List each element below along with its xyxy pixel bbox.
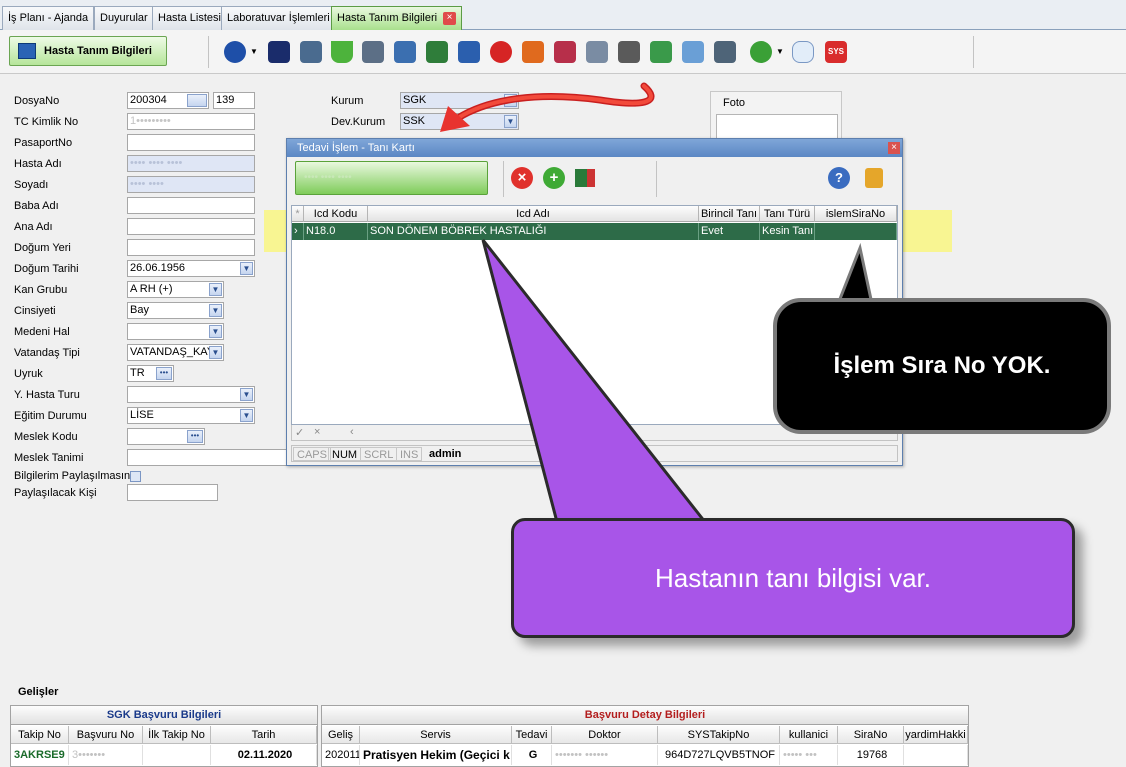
col-basvuru-no[interactable]: Başvuru No [69,726,143,744]
cell-sys-takip-no: 964D727LQVB5TNOF [658,745,780,765]
cell-ilk-takip-no [143,745,211,765]
detay-group-header: Başvuru Detay Bilgileri [322,706,968,725]
col-sira-no[interactable]: SiraNo [838,726,904,744]
purple-callout-pointer [481,239,709,524]
cell-sira-no: 19768 [838,745,904,765]
cell-servis: Pratisyen Hekim (Geçici k [360,745,512,765]
black-callout-pointer [835,242,874,306]
col-ilk-takip-no[interactable]: İlk Takip No [143,726,211,744]
cell-kullanici: ••••• ••• [780,745,838,765]
cell-yardim-hakki [904,745,968,765]
col-gelis[interactable]: Geliş [322,726,360,744]
cell-doktor: ••••••• •••••• [552,745,658,765]
col-tedavi[interactable]: Tedavi [512,726,552,744]
cell-basvuru-no: 3••••••• [69,745,143,765]
cell-gelis: 202011 [322,745,360,765]
cell-tarih: 02.11.2020 [211,745,317,765]
callout-tani-bilgisi: Hastanın tanı bilgisi var. [511,518,1075,638]
sgk-group-header: SGK Başvuru Bilgileri [11,706,317,725]
col-sys-takip-no[interactable]: SYSTakipNo [658,726,780,744]
col-kullanici[interactable]: kullanici [780,726,838,744]
col-doktor[interactable]: Doktor [552,726,658,744]
col-tarih[interactable]: Tarih [211,726,317,744]
callout-islem-sira-no: İşlem Sıra No YOK. [773,298,1111,434]
cell-tedavi: G [512,745,552,765]
basvuru-detay-table: Başvuru Detay Bilgileri Geliş Servis Ted… [321,705,969,767]
col-takip-no[interactable]: Takip No [11,726,69,744]
col-yardim-hakki[interactable]: yardimHakki [904,726,968,744]
cell-takip-no[interactable]: 3AKRSE9 [11,745,69,765]
sgk-basvuru-table: SGK Başvuru Bilgileri Takip No Başvuru N… [10,705,318,767]
gelisler-title: Gelişler [18,686,59,698]
col-servis[interactable]: Servis [360,726,512,744]
